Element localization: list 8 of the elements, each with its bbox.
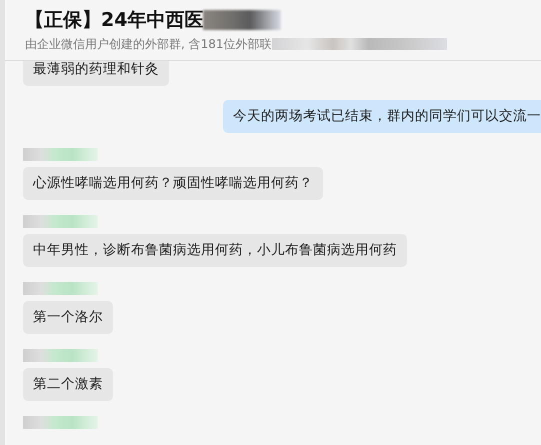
message-bubble: 第二个激素 bbox=[23, 368, 113, 401]
message-bubble: 第一个洛尔 bbox=[23, 301, 113, 334]
message-bubble: 今天的两场考试已结束，群内的同学们可以交流一 bbox=[223, 100, 541, 133]
group-subtitle: 由企业微信用户创建的外部群, 含181位外部联 bbox=[25, 36, 272, 52]
message-bubble: 中年男性，诊断布鲁菌病选用何药，小儿布鲁菌病选用何药 bbox=[23, 234, 407, 267]
message-bubble: 心源性哮喘选用何药？顽固性哮喘选用何药？ bbox=[23, 167, 323, 200]
message-bubble: 最薄弱的药理和针灸 bbox=[23, 61, 169, 86]
group-title: 【正保】24年中西医 bbox=[25, 8, 204, 33]
